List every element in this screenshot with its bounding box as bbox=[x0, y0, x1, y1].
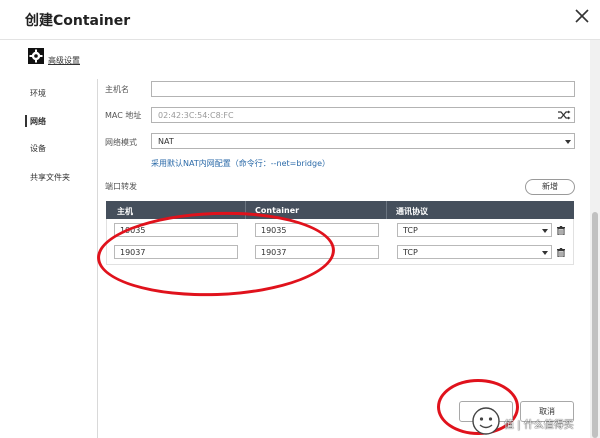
mac-field: 02:42:3C:54:C8:FC bbox=[151, 107, 575, 123]
network-mode-label: 网络模式 bbox=[105, 138, 137, 147]
mac-label: MAC 地址 bbox=[105, 111, 142, 120]
advanced-settings-label[interactable]: 高级设置 bbox=[48, 55, 80, 66]
column-header-host: 主机 bbox=[117, 207, 133, 216]
row1-protocol-select[interactable]: TCP bbox=[397, 223, 552, 237]
sidebar-item-environment[interactable]: 环境 bbox=[30, 88, 46, 99]
row1-protocol-value: TCP bbox=[403, 226, 418, 235]
chevron-down-icon bbox=[565, 140, 571, 144]
network-mode-value: NAT bbox=[158, 137, 174, 146]
chevron-down-icon bbox=[542, 251, 548, 255]
column-header-protocol: 通讯协议 bbox=[396, 207, 428, 216]
network-mode-select[interactable]: NAT bbox=[151, 133, 575, 149]
scrollbar-thumb[interactable] bbox=[592, 212, 598, 438]
sidebar-active-indicator bbox=[25, 115, 27, 127]
trash-icon[interactable] bbox=[557, 248, 565, 257]
row2-protocol-select[interactable]: TCP bbox=[397, 245, 552, 259]
add-port-button[interactable]: 新增 bbox=[525, 179, 575, 195]
column-separator bbox=[386, 201, 387, 219]
close-icon[interactable] bbox=[573, 7, 591, 25]
chevron-down-icon bbox=[542, 229, 548, 233]
network-mode-hint[interactable]: 采用默认NAT内网配置（命令行：--net=bridge） bbox=[151, 158, 330, 169]
hostname-label: 主机名 bbox=[105, 85, 129, 94]
title-bar: 创建Container bbox=[0, 0, 600, 40]
watermark-text: 值 | 什么值得买 bbox=[504, 420, 574, 431]
sidebar-item-devices[interactable]: 设备 bbox=[30, 143, 46, 154]
shuffle-icon[interactable] bbox=[558, 110, 571, 120]
gear-icon bbox=[28, 48, 44, 64]
watermark-logo-icon bbox=[472, 407, 500, 435]
port-forwarding-label: 端口转发 bbox=[105, 182, 137, 191]
sidebar-item-network[interactable]: 网络 bbox=[30, 116, 46, 127]
hostname-input[interactable] bbox=[151, 81, 575, 97]
window-title: 创建Container bbox=[25, 13, 131, 29]
sidebar-item-shared-folders[interactable]: 共享文件夹 bbox=[30, 172, 70, 183]
watermark: 值 | 什么值得买 bbox=[470, 403, 582, 438]
trash-icon[interactable] bbox=[557, 226, 565, 235]
row2-protocol-value: TCP bbox=[403, 248, 418, 257]
